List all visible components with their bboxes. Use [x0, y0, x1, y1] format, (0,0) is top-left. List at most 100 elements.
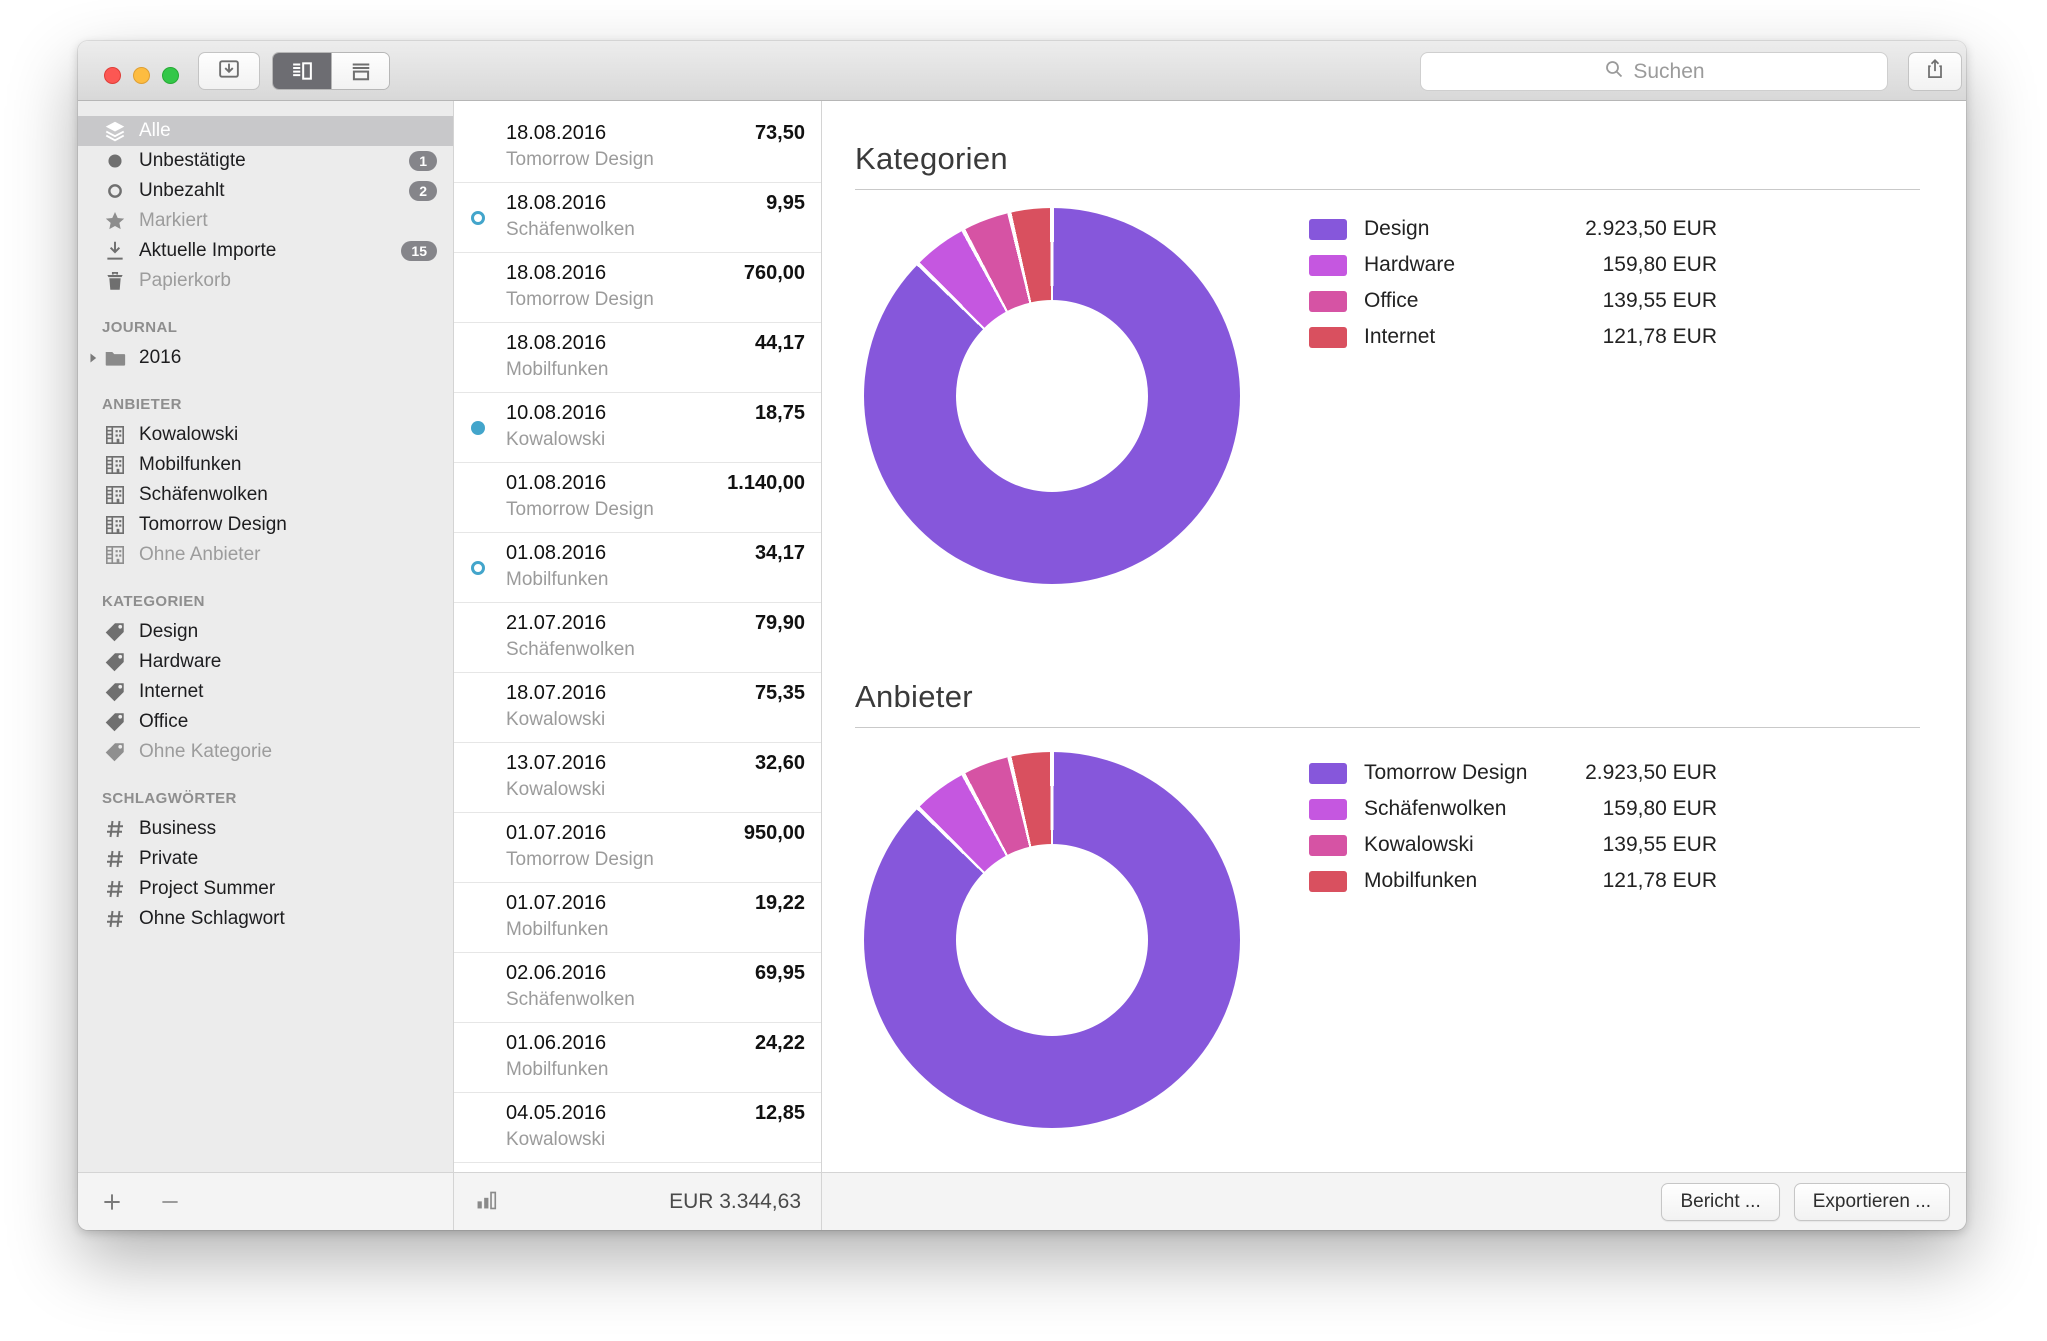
transaction-row[interactable]: 10.08.201618,75 Kowalowski: [454, 393, 821, 463]
transaction-amount: 79,90: [755, 612, 805, 635]
transaction-vendor: Kowalowski: [506, 779, 805, 801]
share-button[interactable]: [1908, 52, 1962, 91]
search-icon: [1603, 58, 1625, 86]
legend-item: Office 139,55 EUR: [1309, 283, 1717, 319]
list-detail-view-button[interactable]: [273, 53, 331, 89]
sidebar-item-office[interactable]: Office: [78, 707, 453, 737]
sidebar-item-hardware[interactable]: Hardware: [78, 647, 453, 677]
sidebar-item-unbezahlt[interactable]: Unbezahlt 2: [78, 176, 453, 206]
sidebar-item-alle[interactable]: Alle: [78, 116, 453, 146]
open-circle-icon: [102, 179, 128, 203]
transaction-row[interactable]: 13.07.201632,60 Kowalowski: [454, 743, 821, 813]
sidebar-item-ohne-anbieter[interactable]: Ohne Anbieter: [78, 540, 453, 570]
tag-icon: [102, 680, 128, 704]
transaction-vendor: Tomorrow Design: [506, 149, 805, 171]
transaction-row[interactable]: 18.08.2016760,00 Tomorrow Design: [454, 253, 821, 323]
export-button[interactable]: Exportieren ...: [1794, 1183, 1950, 1221]
sidebar-item-markiert[interactable]: Markiert: [78, 206, 453, 236]
sidebar-item-label: Hardware: [139, 651, 221, 673]
transaction-vendor: Tomorrow Design: [506, 499, 805, 521]
transaction-vendor: Schäfenwolken: [506, 989, 805, 1011]
filled-circle-icon: [102, 149, 128, 173]
search-input[interactable]: Suchen: [1420, 52, 1888, 91]
disclosure-triangle-icon[interactable]: [84, 351, 102, 365]
transaction-row[interactable]: 21.07.201679,90 Schäfenwolken: [454, 603, 821, 673]
transaction-amount: 75,35: [755, 682, 805, 705]
sidebar-item-aktuelle-importe[interactable]: Aktuelle Importe 15: [78, 236, 453, 266]
add-button[interactable]: [100, 1190, 124, 1214]
transaction-row[interactable]: 18.07.201675,35 Kowalowski: [454, 673, 821, 743]
transaction-vendor: Kowalowski: [506, 429, 805, 451]
transaction-date: 10.08.2016: [506, 402, 606, 425]
app-window: Suchen Alle: [78, 41, 1966, 1230]
sidebar-item-ohne-schlagwort[interactable]: Ohne Schlagwort: [78, 904, 453, 934]
transaction-row[interactable]: 18.08.20169,95 Schäfenwolken: [454, 183, 821, 253]
transaction-date: 18.08.2016: [506, 262, 606, 285]
minimize-window-button[interactable]: [133, 67, 150, 84]
anbieter-legend: Tomorrow Design 2.923,50 EUR Schäfenwolk…: [1309, 755, 1717, 899]
sidebar-item-unbestaetigte[interactable]: Unbestätigte 1: [78, 146, 453, 176]
legend-item: Kowalowski 139,55 EUR: [1309, 827, 1717, 863]
legend-value: 121,78 EUR: [1603, 869, 1717, 893]
sidebar-item-2016[interactable]: 2016: [78, 343, 453, 373]
transaction-row[interactable]: 18.08.201673,50 Tomorrow Design: [454, 113, 821, 183]
building-icon: [102, 543, 128, 567]
folder-icon: [102, 346, 128, 370]
bar-chart-icon[interactable]: [474, 1186, 500, 1217]
kategorien-donut-chart: [864, 208, 1240, 584]
legend-value: 139,55 EUR: [1603, 833, 1717, 857]
sidebar-item-label: 2016: [139, 347, 181, 369]
transaction-date: 01.06.2016: [506, 1032, 606, 1055]
sidebar-item-ohne-kategorie[interactable]: Ohne Kategorie: [78, 737, 453, 767]
transaction-row[interactable]: 01.08.20161.140,00 Tomorrow Design: [454, 463, 821, 533]
sidebar-section-kategorien: KATEGORIEN: [78, 593, 453, 610]
search-placeholder: Suchen: [1633, 60, 1704, 84]
sidebar-item-internet[interactable]: Internet: [78, 677, 453, 707]
transaction-row[interactable]: 04.05.201612,85 Kowalowski: [454, 1093, 821, 1163]
zoom-window-button[interactable]: [162, 67, 179, 84]
sidebar-section-anbieter: ANBIETER: [78, 396, 453, 413]
remove-button[interactable]: [158, 1190, 182, 1214]
sidebar-item-label: Business: [139, 818, 216, 840]
legend-label: Internet: [1364, 325, 1435, 349]
sidebar-item-schaefenwolken[interactable]: Schäfenwolken: [78, 480, 453, 510]
transaction-row[interactable]: 01.07.201619,22 Mobilfunken: [454, 883, 821, 953]
tag-icon: [102, 650, 128, 674]
sidebar-item-label: Design: [139, 621, 198, 643]
legend-item: Tomorrow Design 2.923,50 EUR: [1309, 755, 1717, 791]
transaction-row[interactable]: 18.08.201644,17 Mobilfunken: [454, 323, 821, 393]
transaction-vendor: Mobilfunken: [506, 1059, 805, 1081]
legend-item: Mobilfunken 121,78 EUR: [1309, 863, 1717, 899]
star-icon: [102, 209, 128, 233]
sidebar-item-private[interactable]: Private: [78, 844, 453, 874]
sidebar-item-kowalowski[interactable]: Kowalowski: [78, 420, 453, 450]
sidebar-item-design[interactable]: Design: [78, 617, 453, 647]
content-footer: Bericht ... Exportieren ...: [822, 1173, 1966, 1230]
transaction-row[interactable]: 01.07.2016950,00 Tomorrow Design: [454, 813, 821, 883]
legend-swatch: [1309, 871, 1347, 892]
report-button[interactable]: Bericht ...: [1661, 1183, 1779, 1221]
transaction-amount: 69,95: [755, 962, 805, 985]
transaction-date: 01.07.2016: [506, 822, 606, 845]
close-window-button[interactable]: [104, 67, 121, 84]
kategorien-section-title: Kategorien: [855, 141, 1920, 190]
legend-value: 139,55 EUR: [1603, 289, 1717, 313]
legend-label: Design: [1364, 217, 1429, 241]
sidebar-item-mobilfunken[interactable]: Mobilfunken: [78, 450, 453, 480]
table-view-button[interactable]: [331, 53, 389, 89]
sidebar-section-journal: JOURNAL: [78, 319, 453, 336]
sidebar-item-tomorrow-design[interactable]: Tomorrow Design: [78, 510, 453, 540]
sidebar-item-label: Unbezahlt: [139, 180, 225, 202]
building-icon: [102, 513, 128, 537]
transaction-row[interactable]: 02.06.201669,95 Schäfenwolken: [454, 953, 821, 1023]
sidebar-item-business[interactable]: Business: [78, 814, 453, 844]
sidebar-item-label: Ohne Kategorie: [139, 741, 272, 763]
sidebar-item-papierkorb[interactable]: Papierkorb: [78, 266, 453, 296]
transaction-row[interactable]: 01.06.201624,22 Mobilfunken: [454, 1023, 821, 1093]
import-button[interactable]: [198, 52, 260, 90]
transaction-row[interactable]: 01.08.201634,17 Mobilfunken: [454, 533, 821, 603]
sidebar-item-label: Ohne Anbieter: [139, 544, 260, 566]
sidebar-item-label: Aktuelle Importe: [139, 240, 276, 262]
sidebar-item-project-summer[interactable]: Project Summer: [78, 874, 453, 904]
transaction-vendor: Tomorrow Design: [506, 849, 805, 871]
